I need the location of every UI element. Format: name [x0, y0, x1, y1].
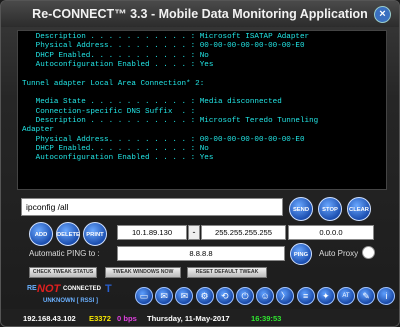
- subnet-field[interactable]: 255.255.255.255: [201, 225, 286, 240]
- status-time: 16:39:53: [251, 314, 282, 323]
- status-bps: 0 bps: [117, 314, 137, 323]
- star-icon[interactable]: ✦: [316, 287, 335, 305]
- console-line: Tunnel adapter Local Area Connection* 2:: [22, 79, 205, 88]
- ping-target-field[interactable]: 8.8.8.8: [117, 246, 285, 261]
- rssi-label: UNKNOWN [ RSSI ]: [43, 298, 98, 304]
- logo-suffix: T: [105, 283, 112, 295]
- command-input[interactable]: [21, 198, 283, 216]
- ping-label: Automatic PING to :: [29, 249, 100, 258]
- arrow-icon[interactable]: 〉: [276, 287, 295, 305]
- info-icon[interactable]: i: [377, 287, 396, 305]
- gateway-field[interactable]: 0.0.0.0: [288, 225, 374, 240]
- console-line: Connection-specific DNS Suffix . :: [22, 107, 196, 116]
- logo-connected: CONNECTED: [63, 286, 102, 292]
- settings-icon[interactable]: ⚙: [195, 287, 214, 305]
- add-button[interactable]: ADD: [29, 222, 53, 246]
- console-output[interactable]: Description . . . . . . . . . . . : Micr…: [17, 30, 387, 190]
- status-date: Thursday, 11-May-2017: [147, 314, 230, 323]
- delete-button[interactable]: DELETE: [56, 222, 80, 246]
- power-icon[interactable]: ⏻: [236, 287, 254, 305]
- reset-default-tweak-button[interactable]: RESET DEFAULT TWEAK: [187, 267, 267, 278]
- clear-button[interactable]: CLEAR: [347, 197, 371, 221]
- status-bar: 192.168.43.102 E3372 0 bps Thursday, 11-…: [1, 309, 399, 326]
- auto-proxy-label: Auto Proxy: [319, 249, 359, 258]
- app-window: Re-CONNECT™ 3.3 - Mobile Data Monitoring…: [0, 0, 400, 327]
- mail-icon[interactable]: ✉: [175, 287, 194, 305]
- window-icon[interactable]: ▭: [135, 287, 153, 305]
- tweak-windows-now-button[interactable]: TWEAK WINDOWS NOW: [105, 267, 181, 278]
- speedometer-icon[interactable]: ⟲: [215, 287, 234, 305]
- user-icon[interactable]: ☺: [256, 287, 275, 305]
- console-line: Autoconfiguration Enabled . . . . : Yes: [22, 61, 214, 70]
- ip-address-field[interactable]: 10.1.89.130: [117, 225, 187, 240]
- title-bar: Re-CONNECT™ 3.3 - Mobile Data Monitoring…: [1, 1, 399, 27]
- menu-icon[interactable]: ≡: [296, 287, 315, 305]
- auto-proxy-radio[interactable]: [362, 246, 375, 259]
- connection-status-logo: RE NOT CONNECTED T UNKNOWN [ RSSI ]: [27, 283, 139, 311]
- window-title: Re-CONNECT™ 3.3 - Mobile Data Monitoring…: [32, 7, 368, 21]
- ping-button[interactable]: PING: [290, 243, 312, 265]
- stop-button[interactable]: STOP: [318, 197, 342, 221]
- chat-icon[interactable]: ✉: [155, 287, 174, 305]
- console-line: Physical Address. . . . . . . . . : 00-0…: [22, 135, 305, 144]
- console-line: Media State . . . . . . . . . . . : Medi…: [22, 98, 282, 107]
- edit-icon[interactable]: ✎: [357, 287, 376, 305]
- check-tweak-status-button[interactable]: CHECK TWEAK STATUS: [29, 267, 97, 278]
- console-line: Autoconfiguration Enabled . . . . : Yes: [22, 154, 214, 163]
- logo-prefix: RE: [27, 285, 37, 292]
- send-button[interactable]: SEND: [289, 197, 313, 221]
- close-icon[interactable]: ×: [374, 6, 391, 23]
- status-ip: 192.168.43.102: [23, 314, 76, 323]
- console-line: Physical Address. . . . . . . . . : 00-0…: [22, 42, 305, 51]
- print-button[interactable]: PRINT: [83, 222, 107, 246]
- console-line: Description . . . . . . . . . . . : Micr…: [22, 33, 310, 41]
- at-command-icon[interactable]: AT: [337, 287, 355, 305]
- console-line: DHCP Enabled. . . . . . . . . . . : No: [22, 145, 209, 154]
- console-line: DHCP Enabled. . . . . . . . . . . : No: [22, 51, 209, 60]
- status-device-code: E3372: [89, 314, 111, 323]
- dash-separator: -: [188, 225, 200, 240]
- logo-not: NOT: [37, 283, 61, 295]
- console-line: Description . . . . . . . . . . . : Micr…: [22, 117, 319, 126]
- console-line: Adapter: [22, 126, 54, 135]
